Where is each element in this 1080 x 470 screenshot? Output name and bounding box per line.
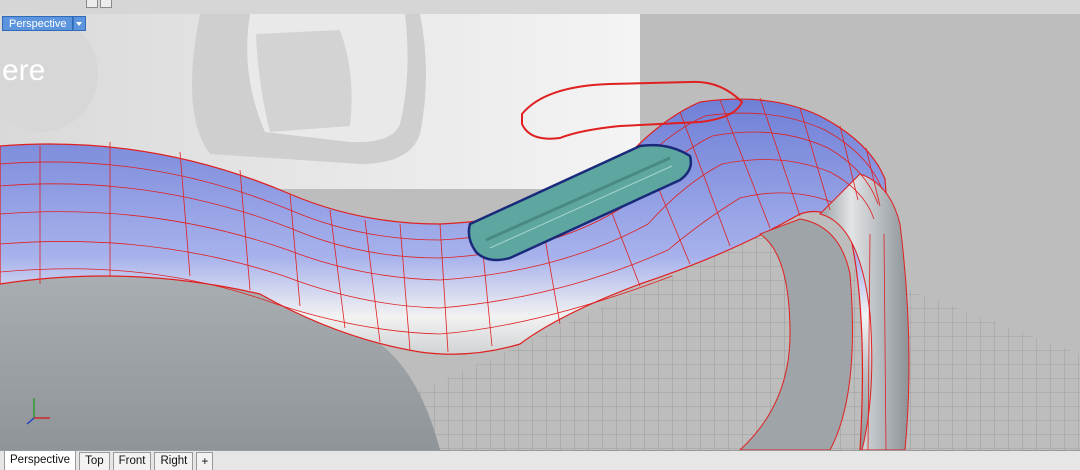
viewport-title-label[interactable]: Perspective xyxy=(2,16,74,31)
perspective-viewport[interactable]: ere xyxy=(0,14,1080,450)
rhino-window: ere Perspective Perspective Top Front Ri… xyxy=(0,0,1080,470)
tab-right[interactable]: Right xyxy=(154,452,194,470)
toolbar-button[interactable] xyxy=(100,0,112,8)
watermark-text: ere xyxy=(2,54,45,87)
toolbar-button[interactable] xyxy=(86,0,98,8)
add-viewport-tab-button[interactable]: + xyxy=(196,452,214,470)
viewport-title[interactable]: Perspective xyxy=(2,16,87,31)
viewport-menu-dropdown[interactable] xyxy=(73,16,87,31)
tab-perspective[interactable]: Perspective xyxy=(4,450,77,470)
tab-top[interactable]: Top xyxy=(79,452,110,470)
viewport-tab-bar: Perspective Top Front Right + xyxy=(0,450,1080,470)
tab-front[interactable]: Front xyxy=(112,452,152,470)
toolbar-strip xyxy=(0,0,1080,14)
